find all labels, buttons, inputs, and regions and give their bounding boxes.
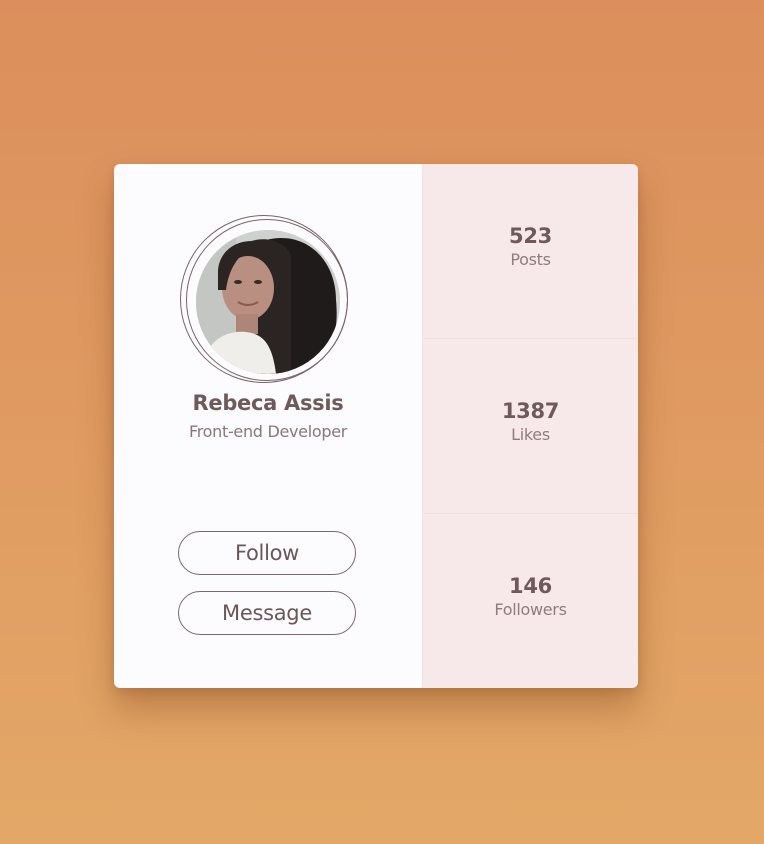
profile-name: Rebeca Assis xyxy=(192,391,344,415)
profile-section: Rebeca Assis Front-end Developer Follow … xyxy=(114,164,422,688)
avatar xyxy=(196,230,340,374)
stats-panel: 523 Posts 1387 Likes 146 Followers xyxy=(422,164,638,688)
profile-role: Front-end Developer xyxy=(188,422,348,441)
follow-button[interactable]: Follow xyxy=(178,531,356,575)
stat-posts: 523 Posts xyxy=(423,164,638,339)
stat-followers: 146 Followers xyxy=(423,514,638,688)
avatar-photo xyxy=(196,230,340,374)
stat-likes: 1387 Likes xyxy=(423,339,638,514)
stat-likes-label: Likes xyxy=(511,425,550,444)
stat-likes-value: 1387 xyxy=(501,399,560,423)
stat-posts-label: Posts xyxy=(510,250,551,269)
stat-followers-label: Followers xyxy=(494,600,567,619)
stat-followers-value: 146 xyxy=(509,574,552,598)
message-button[interactable]: Message xyxy=(178,591,356,635)
profile-card: Rebeca Assis Front-end Developer Follow … xyxy=(114,164,638,688)
stat-posts-value: 523 xyxy=(509,224,552,248)
